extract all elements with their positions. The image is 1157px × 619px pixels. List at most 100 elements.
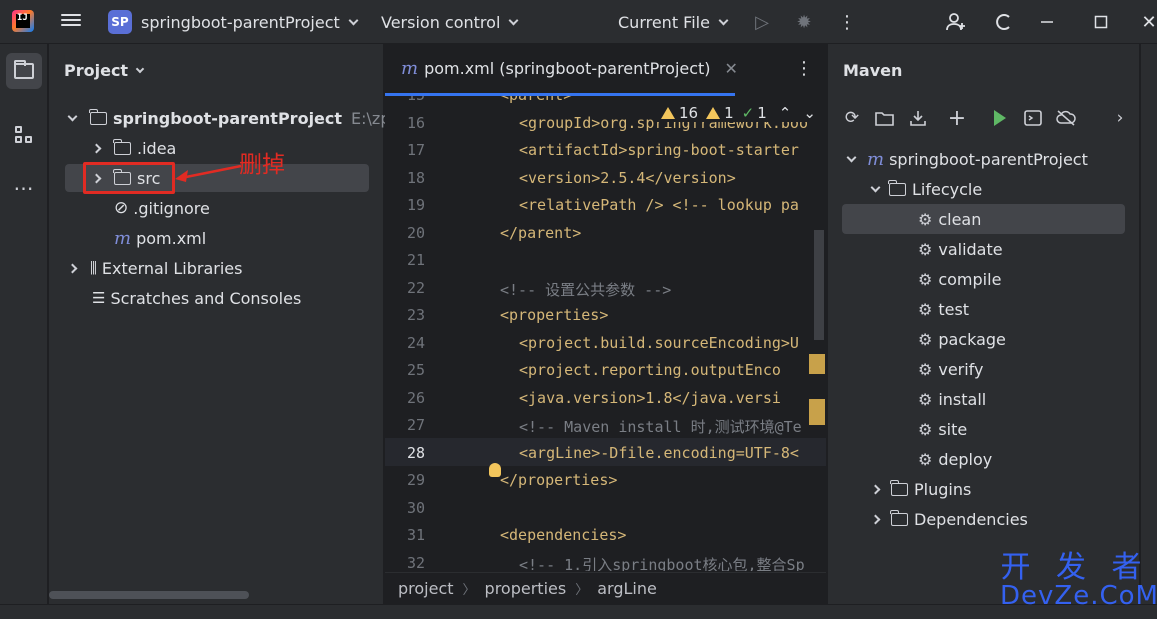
- project-switcher[interactable]: SP springboot-parentProject: [108, 0, 359, 44]
- maven-goal-clean[interactable]: ⚙ clean: [918, 204, 981, 234]
- close-window-icon[interactable]: ✕: [1141, 10, 1157, 34]
- tree-item-gitignore[interactable]: ⊘ .gitignore: [114, 193, 210, 223]
- collapse-arrow-icon[interactable]: [91, 143, 102, 153]
- maven-goal-validate[interactable]: ⚙ validate: [918, 234, 1003, 264]
- breadcrumb-item[interactable]: properties: [485, 579, 567, 598]
- code-line: <project.reporting.outputEnco: [519, 361, 781, 379]
- line-number: 30: [406, 498, 425, 517]
- project-tool-button[interactable]: [6, 53, 42, 89]
- code-editor[interactable]: 15<parent>16<groupId>org.springframework…: [385, 96, 826, 571]
- main-menu-icon[interactable]: [61, 11, 81, 31]
- project-panel: Project springboot-parentProject E:\zpj …: [49, 44, 395, 604]
- maven-goal-label: deploy: [938, 449, 993, 469]
- gear-icon: ⚙: [918, 329, 933, 349]
- settings-folder-icon: [890, 479, 908, 496]
- warning-count: 16: [679, 104, 699, 122]
- more-tools-button[interactable]: …: [6, 169, 42, 205]
- intellij-logo-icon[interactable]: IJ: [12, 10, 34, 32]
- vcs-menu[interactable]: Version control: [381, 0, 519, 44]
- right-tool-strip: [1140, 44, 1157, 604]
- error-stripe-mark[interactable]: [809, 354, 825, 374]
- gear-icon: ⚙: [918, 359, 933, 379]
- ignore-file-icon: ⊘: [114, 198, 129, 218]
- root-label: springboot-parentProject: [113, 108, 343, 128]
- tree-item-root[interactable]: springboot-parentProject E:\zpj: [67, 103, 395, 133]
- left-tool-strip: …: [0, 44, 48, 604]
- run-icon[interactable]: [988, 106, 1012, 130]
- run-icon[interactable]: ▷: [750, 10, 774, 34]
- tab-pom-xml[interactable]: m pom.xml (springboot-parentProject) ✕: [385, 44, 738, 96]
- collapse-arrow-icon[interactable]: [67, 263, 78, 273]
- intention-bulb-icon[interactable]: [489, 463, 501, 477]
- maven-goal-verify[interactable]: ⚙ verify: [918, 354, 984, 384]
- maven-goal-site[interactable]: ⚙ site: [918, 414, 967, 444]
- inspection-widget[interactable]: 16 1 ✓ 1 ⌃ ⌄: [657, 104, 820, 122]
- maven-goal-package[interactable]: ⚙ package: [918, 324, 1006, 354]
- tree-item-idea[interactable]: .idea: [91, 133, 176, 163]
- status-bar: [0, 604, 1157, 619]
- project-panel-title[interactable]: Project: [64, 61, 145, 80]
- reload-icon[interactable]: ⟳: [840, 106, 864, 130]
- maven-panel-title: Maven: [843, 61, 903, 80]
- maven-goal-label: verify: [938, 359, 984, 379]
- maven-goal-label: site: [938, 419, 968, 439]
- maven-project-node[interactable]: m springboot-parentProject: [846, 144, 1088, 174]
- previous-highlight-icon[interactable]: ⌃: [779, 104, 792, 122]
- more-actions-icon[interactable]: ⋮: [795, 58, 813, 79]
- watermark-line2: DevZe.CoM: [1000, 581, 1157, 611]
- run-config-selector[interactable]: Current File: [618, 0, 729, 44]
- code-line: <!-- 1.引入springboot核心包,整合Sp: [519, 555, 805, 572]
- dependencies-node[interactable]: Dependencies: [870, 504, 1028, 534]
- tree-item-pom[interactable]: m pom.xml: [114, 223, 206, 253]
- chevron-right-icon[interactable]: ›: [1108, 106, 1132, 130]
- horizontal-scrollbar[interactable]: [49, 591, 249, 599]
- tree-item-external-libraries[interactable]: ⫼ External Libraries: [67, 253, 242, 283]
- line-number: 23: [406, 306, 425, 324]
- chevron-right-icon: 〉: [575, 583, 589, 598]
- more-actions-icon[interactable]: ⋮: [835, 10, 859, 34]
- expand-arrow-icon[interactable]: [846, 152, 857, 162]
- breadcrumb-item[interactable]: project: [398, 579, 454, 598]
- gear-icon: ⚙: [918, 299, 933, 319]
- vertical-scrollbar[interactable]: [814, 230, 824, 340]
- maven-goal-test[interactable]: ⚙ test: [918, 294, 969, 324]
- weak-warning-icon: [706, 107, 721, 119]
- expand-arrow-icon[interactable]: [67, 111, 78, 121]
- line-number: 18: [406, 168, 425, 187]
- collapse-arrow-icon[interactable]: [870, 514, 881, 524]
- maven-panel: Maven ⟳ + › m springboot-parentProject L…: [827, 44, 1139, 604]
- maximize-icon[interactable]: [1089, 10, 1113, 34]
- maven-goal-label: clean: [938, 209, 982, 229]
- minimize-icon[interactable]: [1035, 10, 1059, 34]
- collapse-arrow-icon[interactable]: [870, 484, 881, 494]
- expand-arrow-icon[interactable]: [870, 182, 881, 192]
- tree-item-scratches[interactable]: ☰ Scratches and Consoles: [92, 283, 301, 313]
- add-icon[interactable]: +: [945, 106, 969, 131]
- code-line: <artifactId>spring-boot-starter: [519, 141, 799, 159]
- maven-goal-label: install: [938, 389, 987, 409]
- execute-goal-icon[interactable]: [1021, 106, 1045, 130]
- maven-goal-install[interactable]: ⚙ install: [918, 384, 986, 414]
- debug-icon[interactable]: ✹: [792, 10, 816, 34]
- breadcrumb-item[interactable]: argLine: [597, 579, 657, 598]
- error-stripe-mark[interactable]: [809, 399, 825, 425]
- weak-warning-count: 1: [724, 104, 734, 122]
- code-line: </properties>: [500, 471, 618, 489]
- maven-goal-compile[interactable]: ⚙ compile: [918, 264, 1001, 294]
- structure-tool-button[interactable]: [6, 117, 42, 153]
- generate-sources-icon[interactable]: [873, 106, 897, 130]
- download-icon[interactable]: [906, 106, 930, 130]
- add-user-icon[interactable]: [944, 10, 968, 34]
- maven-goal-deploy[interactable]: ⚙ deploy: [918, 444, 992, 474]
- code-line: <parent>: [500, 96, 572, 104]
- watermark-line1: 开 发 者: [1000, 550, 1150, 585]
- next-highlight-icon[interactable]: ⌄: [803, 104, 816, 122]
- lifecycle-node[interactable]: Lifecycle: [870, 174, 982, 204]
- vcs-label: Version control: [381, 12, 501, 32]
- offline-mode-icon[interactable]: [1054, 106, 1078, 130]
- plugins-node[interactable]: Plugins: [870, 474, 971, 504]
- close-tab-icon[interactable]: ✕: [725, 59, 738, 78]
- structure-icon: [15, 126, 33, 144]
- ai-assistant-icon[interactable]: [991, 10, 1015, 34]
- tab-label: pom.xml (springboot-parentProject): [424, 59, 711, 78]
